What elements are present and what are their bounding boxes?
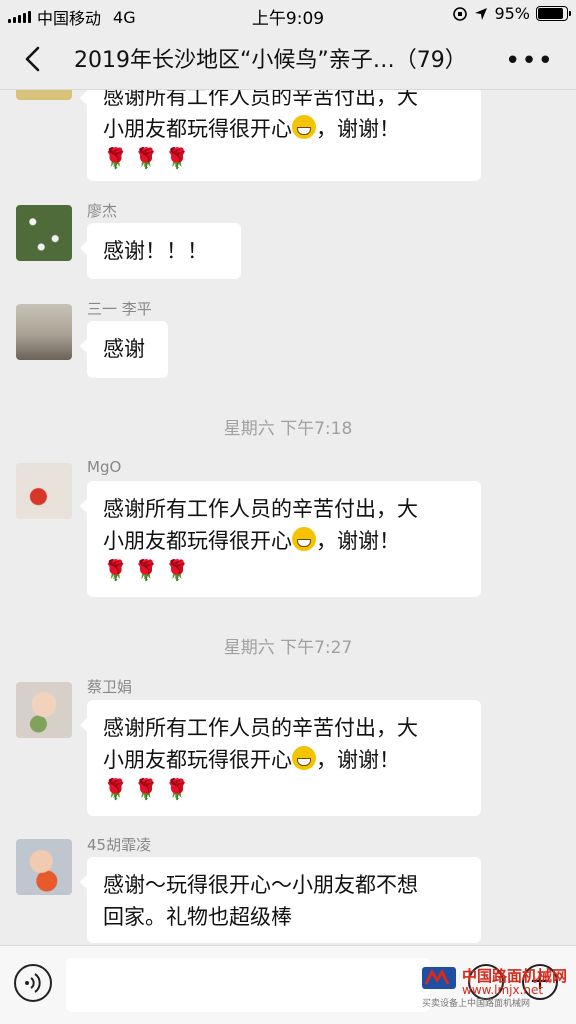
message-input[interactable] — [66, 958, 430, 1012]
avatar[interactable] — [16, 682, 72, 738]
message-bubble[interactable]: 感谢！！！ — [80, 223, 241, 279]
avatar[interactable] — [16, 304, 72, 360]
message-text-line: 小朋友都玩得很开心 ，谢谢！ — [103, 746, 400, 772]
timestamp: 星期六 下午7:27 — [223, 638, 353, 658]
message-text: 感谢所有工作人员的辛苦付出，大 — [103, 497, 418, 521]
message-bubble[interactable]: 感谢～玩得很开心～小朋友都不想 回家。礼物也超级棒 — [80, 857, 481, 943]
status-bar: 中国移动 4G 上午9:09 95% — [0, 0, 576, 29]
rotation-lock-icon — [453, 6, 468, 21]
sender-name: MgO — [87, 458, 122, 476]
timestamp: 星期六 下午7:18 — [223, 419, 353, 439]
battery-percent: 95% — [494, 4, 530, 23]
rose-emojis: 🌹🌹🌹 — [103, 777, 196, 801]
message-text-line: 小朋友都玩得很开心 ，谢谢！ — [103, 527, 400, 553]
location-icon — [475, 7, 488, 20]
avatar[interactable] — [16, 90, 72, 100]
avatar[interactable] — [16, 839, 72, 895]
watermark-url: www.lmjx.net — [462, 983, 544, 997]
watermark: 中国路面机械网 www.lmjx.net 买卖设备上中国路面机械网 — [422, 963, 572, 1009]
chat-title[interactable]: 2019年长沙地区“小候鸟”亲子…（79） — [74, 42, 467, 74]
chat-area[interactable]: 感谢所有工作人员的辛苦付出，大 小朋友都玩得很开心 ，谢谢！ 🌹🌹🌹 廖杰 感谢！… — [0, 90, 576, 945]
message-bubble[interactable]: 感谢所有工作人员的辛苦付出，大 小朋友都玩得很开心 ，谢谢！ 🌹🌹🌹 — [80, 700, 481, 816]
watermark-logo-icon — [422, 967, 456, 989]
grin-emoji-icon — [292, 527, 316, 551]
battery-fill — [538, 8, 563, 19]
avatar[interactable] — [16, 463, 72, 519]
nav-bar: 2019年长沙地区“小候鸟”亲子…（79） ••• — [0, 28, 576, 90]
message-text: 感谢 — [103, 337, 145, 361]
message-text: 感谢！！！ — [103, 239, 208, 263]
rose-emojis: 🌹🌹🌹 — [103, 558, 196, 582]
sender-name: 三一 李平 — [87, 300, 152, 318]
more-icon[interactable]: ••• — [505, 46, 554, 76]
message-bubble[interactable]: 感谢所有工作人员的辛苦付出，大 小朋友都玩得很开心 ，谢谢！ 🌹🌹🌹 — [80, 90, 481, 181]
sender-name: 廖杰 — [87, 202, 118, 220]
rose-emojis: 🌹🌹🌹 — [103, 146, 196, 170]
message-text-line: 回家。礼物也超级棒 — [103, 905, 292, 929]
avatar[interactable] — [16, 205, 72, 261]
status-right: 95% — [452, 4, 571, 23]
message-text: 感谢～玩得很开心～小朋友都不想 — [103, 873, 418, 897]
message-bubble[interactable]: 感谢所有工作人员的辛苦付出，大 小朋友都玩得很开心 ，谢谢！ 🌹🌹🌹 — [80, 481, 481, 597]
battery-icon — [536, 6, 571, 21]
chevron-left-icon[interactable] — [18, 42, 48, 76]
sender-name: 蔡卫娟 — [87, 678, 133, 696]
voice-waves-icon — [25, 973, 41, 993]
message-text: 感谢所有工作人员的辛苦付出，大 — [103, 90, 418, 109]
grin-emoji-icon — [292, 746, 316, 770]
message-text: 感谢所有工作人员的辛苦付出，大 — [103, 716, 418, 740]
message-bubble[interactable]: 感谢 — [80, 321, 168, 378]
message-text-line: 小朋友都玩得很开心 ，谢谢！ — [103, 115, 400, 141]
watermark-tagline: 买卖设备上中国路面机械网 — [422, 999, 531, 1009]
voice-icon[interactable] — [14, 964, 52, 1002]
sender-name: 45胡霏凌 — [87, 836, 152, 854]
grin-emoji-icon — [292, 115, 316, 139]
